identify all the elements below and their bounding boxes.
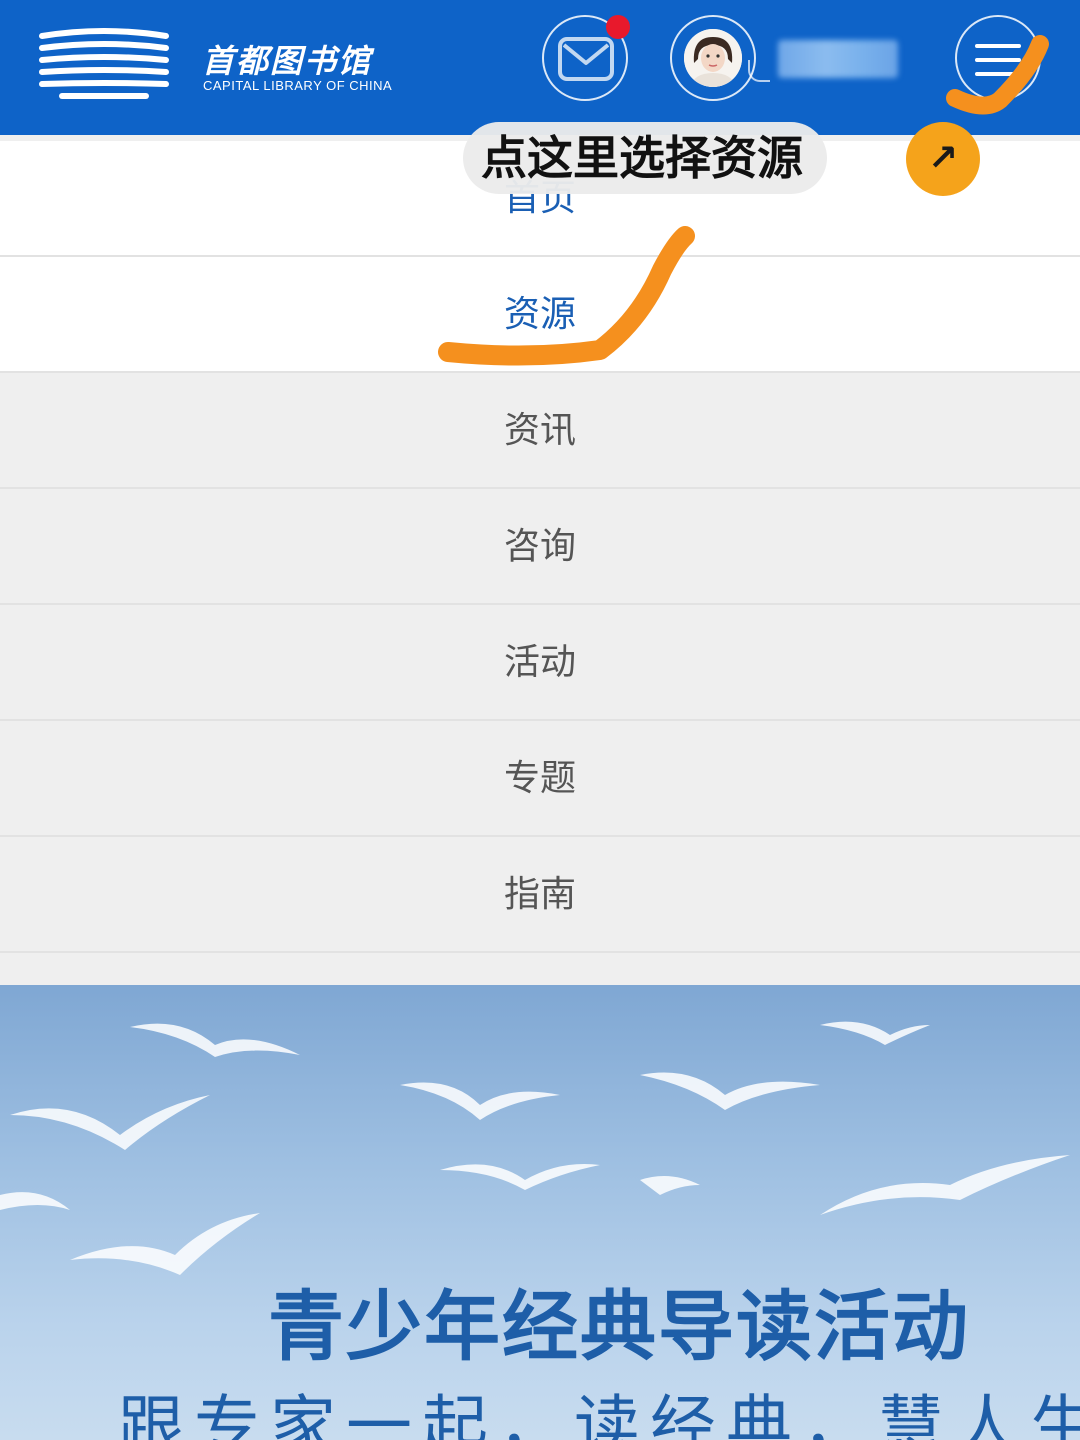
menu-item-topics[interactable]: 专题 (0, 721, 1080, 837)
menu-item-resources[interactable]: 资源 (0, 257, 1080, 373)
banner-title: 青少年经典导读活动 (268, 1282, 970, 1371)
username-blurred (778, 40, 898, 78)
promo-banner[interactable]: 青少年经典导读活动 跟专家一起，读经典，慧人生 (0, 985, 1080, 1440)
message-button[interactable] (542, 15, 630, 101)
notification-badge (606, 15, 630, 39)
menu-item-guide[interactable]: 指南 (0, 837, 1080, 953)
logo-name: 首都图书馆 (202, 42, 373, 80)
menu-item-consult[interactable]: 咨询 (0, 489, 1080, 605)
mail-icon (558, 37, 614, 81)
menu-item-news[interactable]: 资讯 (0, 373, 1080, 489)
logo-subtitle: CAPITAL LIBRARY OF CHINA (203, 78, 393, 93)
annotation-callout: 点这里选择资源 (463, 122, 827, 194)
library-logo-icon[interactable] (38, 28, 170, 104)
menu-item-events[interactable]: 活动 (0, 605, 1080, 721)
dropdown-nav-menu: 首页 资源 资讯 咨询 活动 专题 指南 (0, 135, 1080, 985)
hamburger-menu-button[interactable] (955, 15, 1041, 101)
avatar-decoration (748, 60, 770, 82)
arrow-up-right-icon: ↗ (906, 122, 980, 196)
user-avatar-button[interactable] (670, 15, 756, 101)
avatar (684, 29, 742, 87)
banner-subtitle: 跟专家一起，读经典，慧人生 (118, 1388, 1080, 1440)
top-nav-bar: 首都图书馆 CAPITAL LIBRARY OF CHINA (0, 0, 1080, 135)
